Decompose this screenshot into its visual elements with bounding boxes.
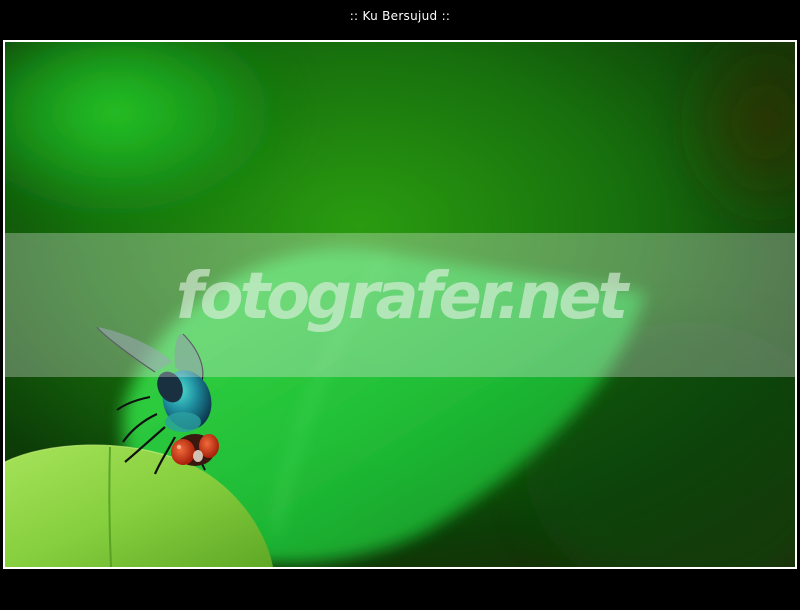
photo-title: :: Ku Bersujud :: <box>349 9 451 23</box>
watermark-logo: fotografer.net <box>175 260 629 334</box>
photo-frame[interactable]: fotografer.net <box>3 40 797 569</box>
photo-viewer-page: :: Ku Bersujud :: fotografer.net <box>0 0 800 610</box>
